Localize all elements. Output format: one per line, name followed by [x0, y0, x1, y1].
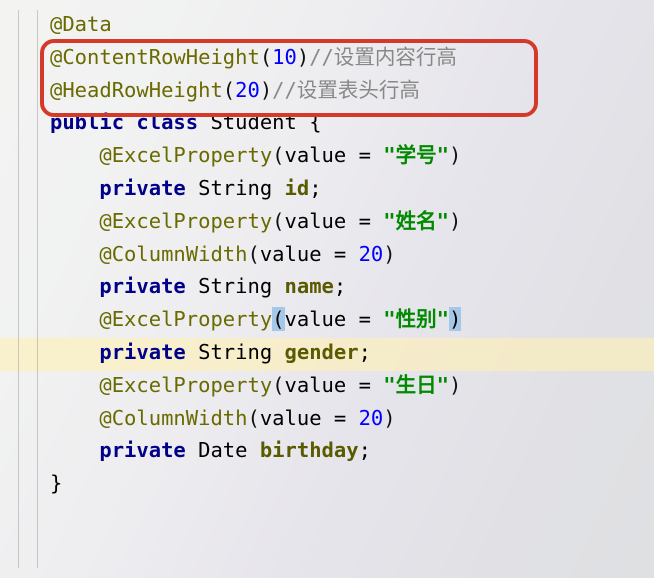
indent-guide	[18, 10, 19, 568]
type: Date	[198, 438, 247, 462]
annotation: @ExcelProperty	[99, 307, 272, 331]
code-line: private Date birthday;	[50, 438, 371, 462]
annotation: @ColumnWidth	[99, 406, 247, 430]
code-line: @HeadRowHeight(20)//设置表头行高	[50, 78, 420, 102]
keyword: private	[99, 274, 185, 298]
string-literal: "学号"	[383, 143, 449, 167]
code-line: private String gender;	[50, 340, 371, 364]
annotation: @ColumnWidth	[99, 242, 247, 266]
code-line: @ExcelProperty(value = "学号")	[50, 143, 461, 167]
param-name: value =	[285, 307, 384, 331]
type: String	[198, 176, 272, 200]
identifier: name	[285, 274, 334, 298]
comment: //设置内容行高	[309, 45, 457, 69]
annotation: @ContentRowHeight	[50, 45, 260, 69]
identifier: gender	[285, 340, 359, 364]
number-literal: 10	[272, 45, 297, 69]
comment: //设置表头行高	[272, 78, 420, 102]
string-literal: "生日"	[383, 373, 449, 397]
param-name: value =	[260, 242, 359, 266]
semicolon: ;	[309, 176, 321, 200]
number-literal: 20	[359, 406, 384, 430]
keyword: class	[136, 110, 198, 134]
code-content: @Data @ContentRowHeight(10)//设置内容行高 @Hea…	[50, 8, 461, 500]
semicolon: ;	[359, 438, 371, 462]
code-line: @ExcelProperty(value = "生日")	[50, 373, 461, 397]
code-line: @ExcelProperty(value = "性别")	[50, 307, 461, 331]
annotation: @Data	[50, 12, 112, 36]
identifier: birthday	[260, 438, 359, 462]
code-line: @ColumnWidth(value = 20)	[50, 406, 396, 430]
code-line: private String name;	[50, 274, 346, 298]
code-line: @ContentRowHeight(10)//设置内容行高	[50, 45, 457, 69]
class-name: Student	[210, 110, 296, 134]
semicolon: ;	[359, 340, 371, 364]
param-name: value =	[285, 143, 384, 167]
type: String	[198, 340, 272, 364]
code-line: @ColumnWidth(value = 20)	[50, 242, 396, 266]
keyword: private	[99, 176, 185, 200]
identifier: id	[285, 176, 310, 200]
number-literal: 20	[235, 78, 260, 102]
number-literal: 20	[359, 242, 384, 266]
code-line: @ExcelProperty(value = "姓名")	[50, 209, 461, 233]
string-literal: "姓名"	[383, 209, 449, 233]
semicolon: ;	[334, 274, 346, 298]
code-line: public class Student {	[50, 110, 322, 134]
param-name: value =	[285, 209, 384, 233]
code-line: @Data	[50, 12, 112, 36]
param-name: value =	[285, 373, 384, 397]
keyword: private	[99, 438, 185, 462]
annotation: @ExcelProperty	[99, 209, 272, 233]
annotation: @ExcelProperty	[99, 143, 272, 167]
brace: }	[50, 471, 62, 495]
indent-guide	[37, 10, 38, 568]
string-literal: "性别"	[383, 307, 449, 331]
keyword: private	[99, 340, 185, 364]
param-name: value =	[260, 406, 359, 430]
type: String	[198, 274, 272, 298]
keyword: public	[50, 110, 124, 134]
annotation: @HeadRowHeight	[50, 78, 223, 102]
code-line: }	[50, 471, 62, 495]
code-line: private String id;	[50, 176, 322, 200]
annotation: @ExcelProperty	[99, 373, 272, 397]
brace: {	[309, 110, 321, 134]
code-editor[interactable]: @Data @ContentRowHeight(10)//设置内容行高 @Hea…	[0, 0, 654, 578]
